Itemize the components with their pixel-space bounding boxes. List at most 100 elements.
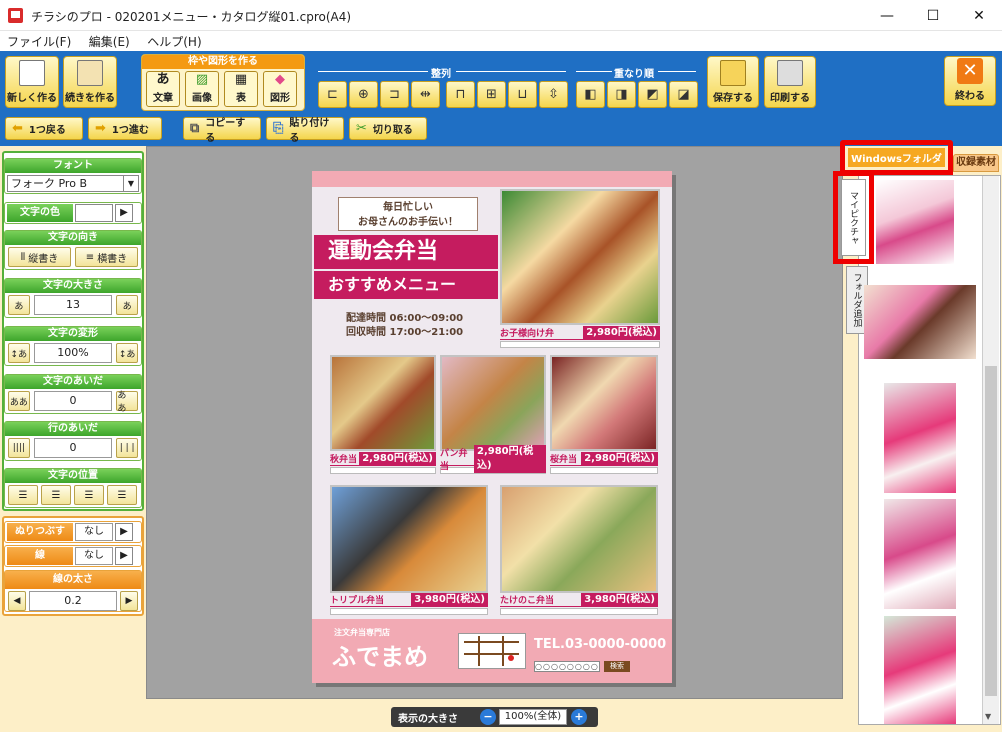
align-right-button[interactable]: ⊐ bbox=[380, 81, 409, 108]
line-spacing-increase-button[interactable]: | | | bbox=[116, 438, 138, 458]
send-backward-button[interactable]: ◩ bbox=[638, 81, 667, 108]
zoom-out-icon[interactable]: − bbox=[480, 709, 496, 725]
continue-button[interactable]: 続きを作る bbox=[63, 56, 117, 108]
zoom-value[interactable]: 100%(全体) bbox=[499, 709, 567, 725]
text-frame-button[interactable]: あ文章 bbox=[146, 71, 180, 107]
search-box[interactable]: ○○○○○○○○ bbox=[534, 661, 600, 672]
flyer-tagline[interactable]: 毎日忙しい お母さんのお手伝い！ bbox=[338, 197, 478, 231]
bring-forward-button[interactable]: ◨ bbox=[607, 81, 636, 108]
flyer-photo-sakura[interactable] bbox=[550, 355, 658, 451]
thumbnail-image[interactable] bbox=[876, 180, 954, 264]
redo-button[interactable]: ➡ 1つ進む bbox=[88, 117, 162, 140]
align-text-left-button[interactable]: ☰ bbox=[8, 485, 38, 505]
spacing-value[interactable]: 0 bbox=[33, 391, 113, 411]
tab-windows-folder[interactable]: Windowsフォルダ bbox=[848, 148, 945, 167]
border-width-value[interactable]: 0.2 bbox=[29, 591, 117, 611]
line-spacing-value[interactable]: 0 bbox=[33, 438, 113, 458]
text-color-swatch[interactable] bbox=[75, 204, 113, 222]
size-decrease-button[interactable]: あ bbox=[8, 295, 30, 315]
transform-value[interactable]: 100% bbox=[33, 343, 113, 363]
thumbnail-image[interactable] bbox=[864, 285, 976, 359]
scrollbar-thumb[interactable] bbox=[985, 366, 997, 696]
align-center-button[interactable]: ⊕ bbox=[349, 81, 378, 108]
copy-button[interactable]: ⧉ コピーする bbox=[183, 117, 261, 144]
color-picker-arrow-icon[interactable]: ▶ bbox=[115, 204, 133, 222]
exit-button[interactable]: ✕ 終わる bbox=[944, 56, 996, 106]
pickup-time[interactable]: 回収時間 17:00～21:00 bbox=[346, 323, 463, 338]
distribute-vertical-button[interactable]: ⇳ bbox=[539, 81, 568, 108]
menu-edit[interactable]: 編集(E) bbox=[82, 31, 137, 52]
shop-name[interactable]: ふでまめ bbox=[332, 637, 428, 672]
thumbnail-image[interactable] bbox=[884, 383, 956, 493]
item-name[interactable]: 秋弁当 bbox=[330, 452, 357, 465]
align-text-center-button[interactable]: ☰ bbox=[41, 485, 71, 505]
zoom-in-icon[interactable]: + bbox=[571, 709, 587, 725]
item-name[interactable]: 桜弁当 bbox=[550, 452, 577, 465]
item-price[interactable]: 3,980円(税込) bbox=[411, 592, 488, 607]
distribute-horizontal-button[interactable]: ⇹ bbox=[411, 81, 440, 108]
undo-button[interactable]: ⬅ 1つ戻る bbox=[5, 117, 83, 140]
flyer-photo-bread[interactable] bbox=[440, 355, 546, 451]
vtab-my-pictures[interactable]: マイピクチャ bbox=[841, 179, 866, 256]
item-price[interactable]: 2,980円(税込) bbox=[474, 444, 546, 473]
line-spacing-decrease-button[interactable]: |||| bbox=[8, 438, 30, 458]
align-text-right-button[interactable]: ☰ bbox=[74, 485, 104, 505]
thumbnail-image[interactable] bbox=[884, 499, 956, 609]
menu-help[interactable]: ヘルプ(H) bbox=[140, 31, 208, 52]
justify-text-button[interactable]: ☰ bbox=[107, 485, 137, 505]
align-top-button[interactable]: ⊓ bbox=[446, 81, 475, 108]
maximize-button[interactable]: ☐ bbox=[910, 0, 956, 31]
spacing-increase-button[interactable]: あ あ bbox=[116, 391, 138, 414]
thumbnail-scrollbar[interactable] bbox=[982, 176, 999, 724]
align-bottom-button[interactable]: ⊔ bbox=[508, 81, 537, 108]
size-increase-button[interactable]: あ bbox=[116, 295, 138, 315]
expand-button[interactable]: ↕あ bbox=[116, 343, 138, 363]
width-increase-icon[interactable]: ▶ bbox=[120, 591, 138, 611]
paste-button[interactable]: ⎘ 貼り付ける bbox=[266, 117, 344, 144]
item-price[interactable]: 2,980円(税込) bbox=[583, 325, 660, 340]
horizontal-text-button[interactable]: ≡ 横書き bbox=[75, 247, 138, 267]
shop-tel[interactable]: TEL.03-0000-0000 bbox=[534, 637, 666, 652]
thumbnail-image[interactable] bbox=[884, 616, 956, 724]
save-button[interactable]: 保存する bbox=[707, 56, 759, 108]
image-frame-button[interactable]: ▨ 画像 bbox=[185, 71, 219, 107]
flyer-page[interactable]: 毎日忙しい お母さんのお手伝い！ 運動会弁当 おすすめメニュー 配達時間 06:… bbox=[312, 171, 672, 683]
item-name[interactable]: トリプル弁当 bbox=[330, 593, 384, 606]
print-button[interactable]: 印刷する bbox=[764, 56, 816, 108]
vertical-text-button[interactable]: ⦀ 縦書き bbox=[8, 247, 71, 267]
border-arrow-icon[interactable]: ▶ bbox=[115, 547, 133, 565]
item-price[interactable]: 2,980円(税込) bbox=[359, 451, 436, 466]
item-price[interactable]: 3,980円(税込) bbox=[581, 592, 658, 607]
align-left-button[interactable]: ⊏ bbox=[318, 81, 347, 108]
menu-file[interactable]: ファイル(F) bbox=[0, 31, 78, 52]
item-name[interactable]: お子様向け弁 bbox=[500, 326, 554, 339]
item-price[interactable]: 2,980円(税込) bbox=[581, 451, 658, 466]
flyer-headline[interactable]: 運動会弁当 bbox=[314, 235, 498, 269]
shape-frame-button[interactable]: ◆ 図形 bbox=[263, 71, 297, 107]
condense-button[interactable]: ↕あ bbox=[8, 343, 30, 363]
flyer-photo-bamboo[interactable] bbox=[500, 485, 658, 593]
align-middle-button[interactable]: ⊞ bbox=[477, 81, 506, 108]
flyer-photo-triple[interactable] bbox=[330, 485, 488, 593]
size-value[interactable]: 13 bbox=[33, 295, 113, 315]
border-value[interactable]: なし bbox=[75, 547, 113, 565]
tab-builtin-materials[interactable]: 収録素材 bbox=[953, 154, 999, 172]
flyer-photo-autumn[interactable] bbox=[330, 355, 436, 451]
font-select[interactable]: フォーク Pro B ▼ bbox=[7, 175, 139, 192]
flyer-photo-kids[interactable] bbox=[500, 189, 660, 325]
scroll-down-icon[interactable]: ▼ bbox=[985, 712, 991, 721]
table-frame-button[interactable]: ▦ 表 bbox=[224, 71, 258, 107]
map-search-button[interactable]: 検索 bbox=[604, 661, 630, 672]
fill-arrow-icon[interactable]: ▶ bbox=[115, 523, 133, 541]
fill-value[interactable]: なし bbox=[75, 523, 113, 541]
new-button[interactable]: 新しく作る bbox=[5, 56, 59, 108]
spacing-decrease-button[interactable]: ああ bbox=[8, 391, 30, 411]
item-name[interactable]: たけのこ弁当 bbox=[500, 593, 554, 606]
shop-map[interactable] bbox=[458, 633, 526, 669]
item-name[interactable]: パン弁当 bbox=[440, 446, 474, 472]
bring-front-button[interactable]: ◧ bbox=[576, 81, 605, 108]
minimize-button[interactable]: — bbox=[864, 0, 910, 31]
flyer-subheadline[interactable]: おすすめメニュー bbox=[314, 271, 498, 299]
width-decrease-icon[interactable]: ◀ bbox=[8, 591, 26, 611]
cut-button[interactable]: ✂ 切り取る bbox=[349, 117, 427, 140]
